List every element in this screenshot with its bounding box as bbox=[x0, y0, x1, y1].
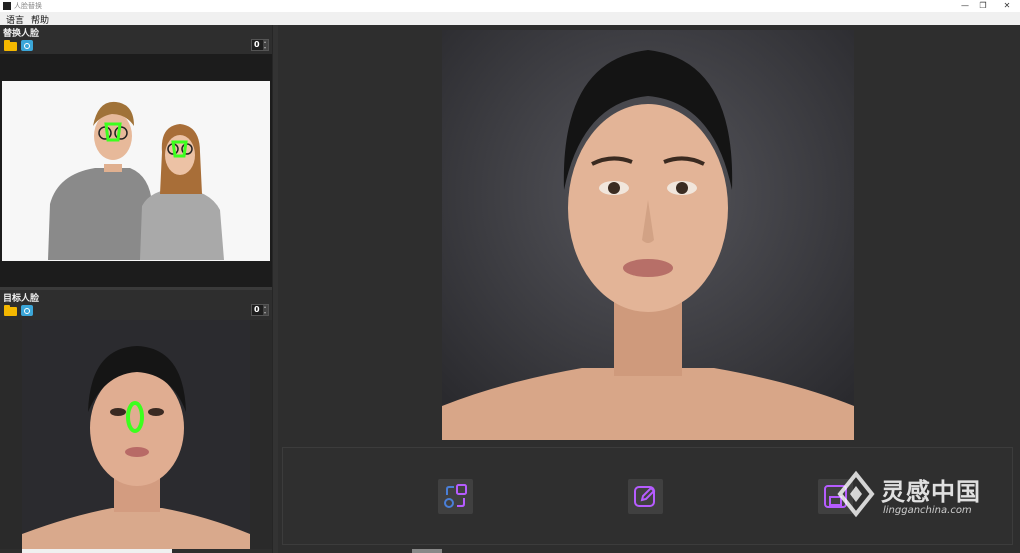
watermark-logo-icon bbox=[837, 470, 875, 518]
horizontal-scrollbar[interactable] bbox=[22, 549, 172, 553]
watermark: 灵感中国 lingganchina.com bbox=[836, 470, 1016, 520]
source-image-panel bbox=[0, 54, 272, 287]
spin-arrows-icon[interactable] bbox=[263, 40, 268, 50]
target-face-index-value: 0 bbox=[254, 305, 260, 314]
target-face-label: 目标人脸 bbox=[3, 294, 40, 304]
target-face-index-spinbox[interactable]: 0 bbox=[251, 304, 269, 316]
target-image-panel bbox=[0, 320, 272, 549]
target-photo bbox=[22, 320, 250, 549]
menu-bar: 语言 帮助 bbox=[0, 12, 1020, 26]
title-bar: 人脸替换 — ❐ ✕ bbox=[0, 0, 1020, 12]
result-photo bbox=[442, 30, 854, 440]
watermark-url: lingganchina.com bbox=[883, 505, 972, 516]
camera-icon[interactable] bbox=[21, 305, 33, 316]
open-folder-icon[interactable] bbox=[4, 305, 17, 316]
menu-help[interactable]: 帮助 bbox=[31, 13, 49, 26]
horizontal-splitter[interactable] bbox=[0, 287, 272, 290]
horizontal-scrollbar-handle[interactable] bbox=[412, 549, 442, 553]
watermark-title: 灵感中国 bbox=[881, 478, 981, 506]
close-button[interactable]: ✕ bbox=[992, 0, 1020, 12]
edit-button[interactable] bbox=[628, 479, 663, 514]
open-folder-icon[interactable] bbox=[4, 40, 17, 51]
menu-language[interactable]: 语言 bbox=[6, 13, 24, 26]
window-title: 人脸替换 bbox=[14, 2, 42, 10]
swap-faces-icon bbox=[444, 484, 467, 508]
spin-arrows-icon[interactable] bbox=[263, 305, 268, 315]
source-photo bbox=[0, 54, 272, 287]
app-icon bbox=[3, 2, 11, 10]
edit-icon bbox=[634, 486, 656, 507]
camera-icon[interactable] bbox=[21, 40, 33, 51]
source-face-label: 替换人脸 bbox=[3, 29, 40, 39]
source-face-index-value: 0 bbox=[254, 40, 260, 49]
source-face-index-spinbox[interactable]: 0 bbox=[251, 39, 269, 51]
swap-faces-button[interactable] bbox=[438, 479, 473, 514]
vertical-splitter[interactable] bbox=[272, 25, 278, 553]
result-image bbox=[442, 30, 854, 440]
